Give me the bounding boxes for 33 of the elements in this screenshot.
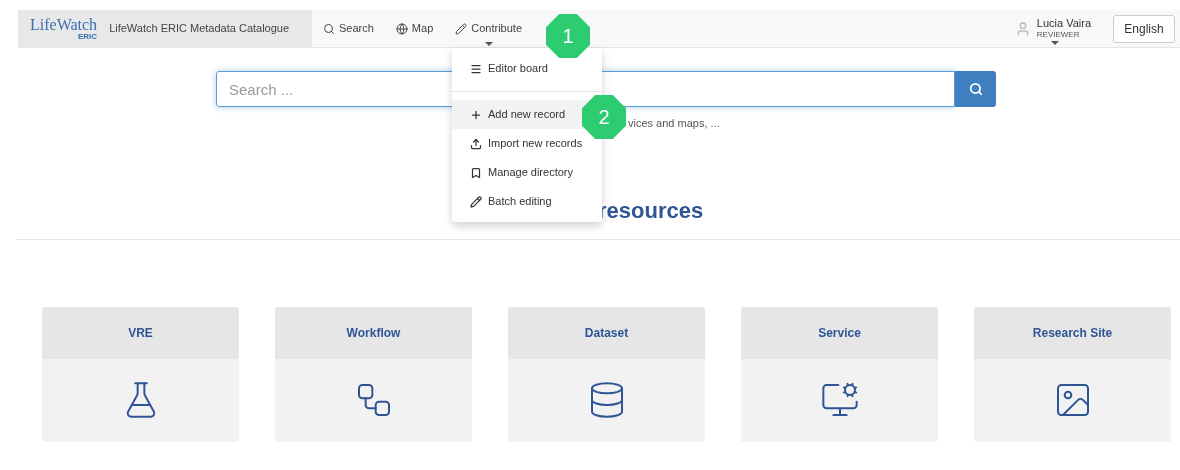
resource-card[interactable]: Service bbox=[741, 306, 938, 442]
resource-card[interactable]: Research Site bbox=[974, 306, 1171, 442]
list-icon bbox=[470, 62, 482, 75]
site-title[interactable]: LifeWatch ERIC Metadata Catalogue bbox=[109, 20, 290, 37]
resource-card[interactable]: Workflow bbox=[275, 306, 472, 442]
resource-card[interactable]: Dataset bbox=[508, 306, 705, 442]
nav-link[interactable]: Search bbox=[312, 10, 385, 47]
nav-link[interactable]: Map bbox=[384, 10, 445, 47]
pencil-icon bbox=[470, 195, 482, 208]
pencil-icon bbox=[455, 22, 468, 35]
user-role: REVIEWER bbox=[1036, 30, 1081, 41]
card-title: Workflow bbox=[346, 324, 401, 342]
search-icon bbox=[323, 22, 335, 35]
user-name[interactable]: Lucia Vaira bbox=[1036, 16, 1091, 31]
menu-item[interactable]: Manage directory bbox=[452, 158, 602, 187]
globe-icon bbox=[395, 22, 408, 35]
card-title: VRE bbox=[128, 324, 153, 342]
search-button[interactable] bbox=[955, 71, 996, 107]
language-button[interactable]: English bbox=[1113, 14, 1175, 43]
search-icon bbox=[968, 82, 983, 96]
search-hint: vices and maps, ... bbox=[628, 117, 720, 129]
resource-card[interactable]: VRE bbox=[42, 306, 239, 442]
upload-icon bbox=[470, 137, 482, 150]
nav-link[interactable]: Contribute bbox=[444, 10, 534, 47]
card-title: Research Site bbox=[1032, 324, 1113, 342]
caret-icon bbox=[1050, 41, 1059, 46]
caret-icon bbox=[484, 42, 493, 46]
card-title: Service bbox=[818, 324, 861, 342]
step-callout-tooltip: 2 bbox=[582, 95, 626, 139]
plus-icon bbox=[470, 108, 482, 121]
bookmark-icon bbox=[470, 166, 482, 179]
card-title: Dataset bbox=[584, 324, 629, 342]
logo[interactable]: LifeWatch ERIC bbox=[30, 16, 98, 41]
